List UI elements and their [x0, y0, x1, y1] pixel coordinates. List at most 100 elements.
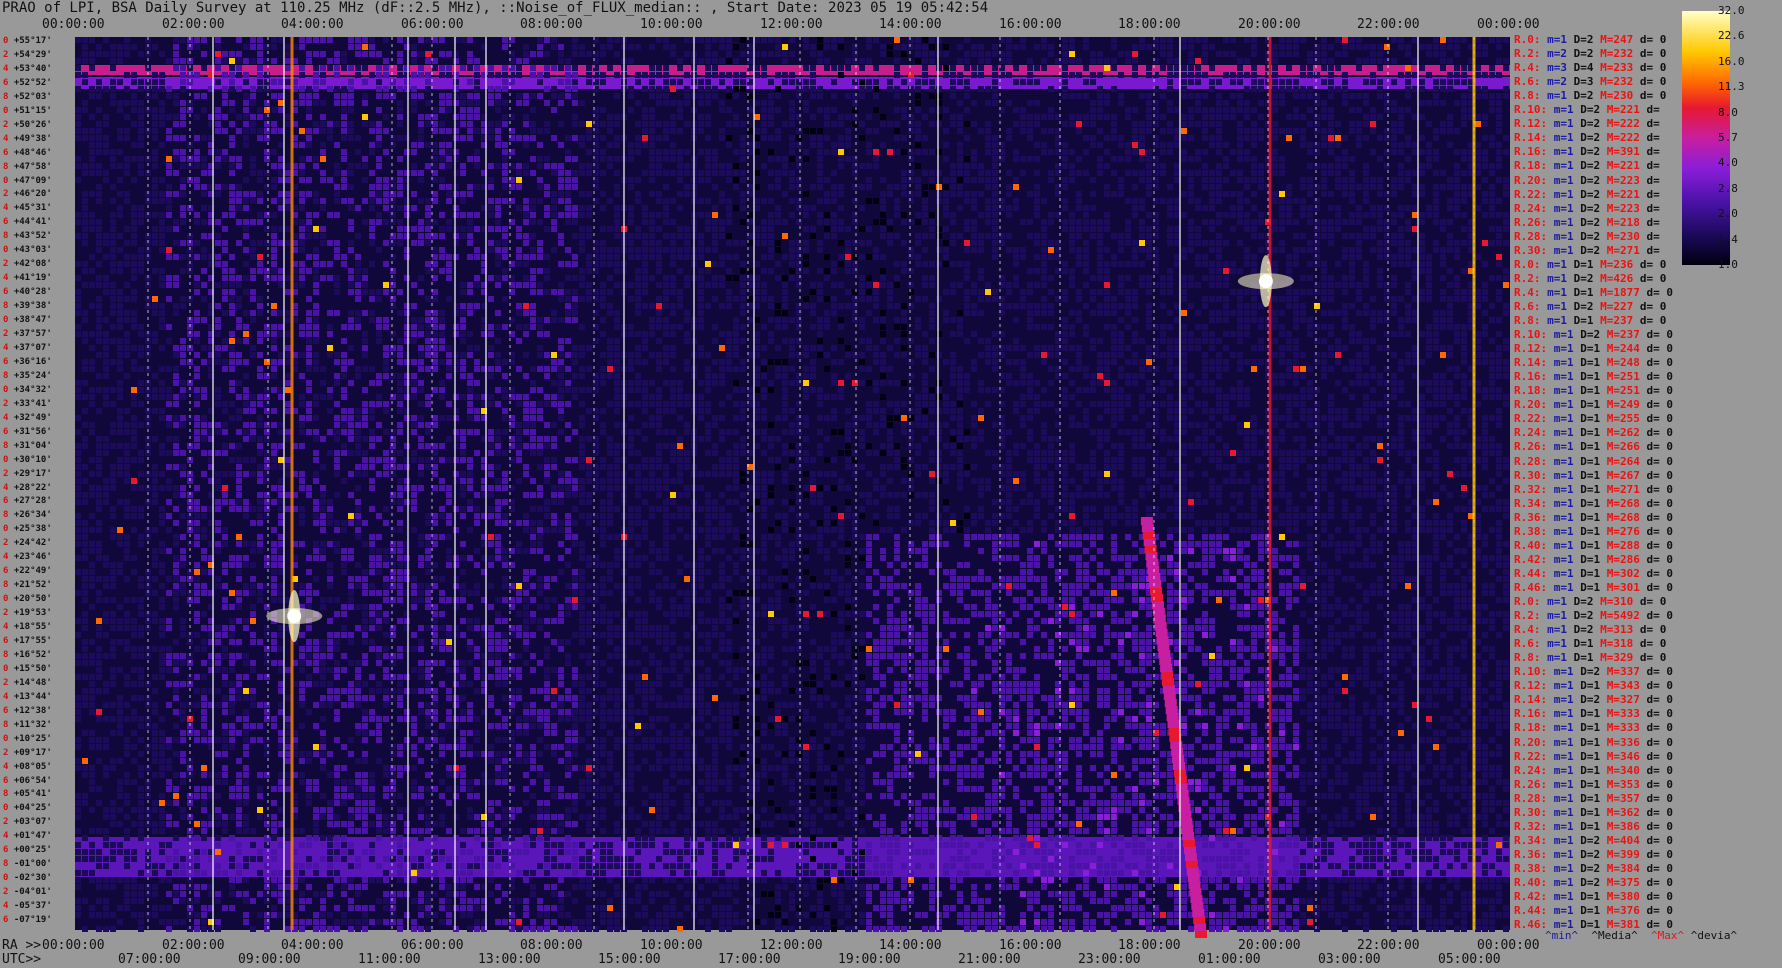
heatmap-cell: [754, 37, 760, 43]
heatmap-cell: [754, 296, 760, 302]
heatmap-cell: [341, 128, 347, 134]
heatmap-cell: [684, 121, 690, 127]
heatmap-cell: [775, 310, 781, 316]
heatmap-cell: [992, 170, 998, 176]
heatmap-cell: [684, 338, 690, 344]
heatmap-cell: [1244, 226, 1250, 232]
heatmap-cell: [446, 65, 452, 71]
heatmap-cell: [1048, 128, 1054, 134]
heatmap-cell: [1202, 37, 1208, 43]
heatmap-cell: [1503, 135, 1509, 141]
heatmap-cell: [1377, 114, 1383, 120]
heatmap-cell: [453, 121, 459, 127]
heatmap-cell: [264, 121, 270, 127]
heatmap-cell: [1111, 58, 1117, 64]
heatmap-cell: [915, 163, 921, 169]
heatmap-cell: [1342, 51, 1348, 57]
heatmap-cell: [1447, 310, 1453, 316]
heatmap-cell: [1335, 121, 1341, 127]
heatmap-cell: [831, 198, 837, 204]
heatmap-cell: [1104, 184, 1110, 190]
heatmap-cell: [516, 170, 522, 176]
heatmap-cell: [1391, 212, 1397, 218]
heatmap-cell: [1174, 317, 1180, 323]
heatmap-cell: [1083, 79, 1089, 85]
heatmap-cell: [334, 121, 340, 127]
heatmap-cell: [1461, 79, 1467, 85]
heatmap-cell: [460, 65, 466, 71]
heatmap-cell: [950, 282, 956, 288]
heatmap-cell: [488, 184, 494, 190]
heatmap-cell: [915, 121, 921, 127]
heatmap-cell: [880, 282, 886, 288]
heatmap-cell: [1363, 163, 1369, 169]
heatmap-cell: [341, 156, 347, 162]
heatmap-cell: [607, 142, 613, 148]
heatmap-cell: [1286, 338, 1292, 344]
heatmap-cell: [880, 114, 886, 120]
heatmap-cell: [488, 93, 494, 99]
heatmap-cell: [446, 275, 452, 281]
heatmap-cell: [565, 184, 571, 190]
heatmap-cell: [1314, 58, 1320, 64]
heatmap-cell: [775, 247, 781, 253]
heatmap-cell: [978, 212, 984, 218]
heatmap-cell: [1307, 191, 1313, 197]
heatmap-cell: [1349, 37, 1355, 43]
heatmap-cell: [124, 331, 130, 337]
heatmap-cell: [1062, 156, 1068, 162]
heatmap-cell: [334, 100, 340, 106]
heatmap-cell: [1272, 135, 1278, 141]
heatmap-cell: [75, 233, 81, 239]
heatmap-cell: [992, 44, 998, 50]
heatmap-cell: [1202, 219, 1208, 225]
heatmap-cell: [698, 37, 704, 43]
heatmap-cell: [796, 268, 802, 274]
heatmap-cell: [726, 135, 732, 141]
heatmap-cell: [516, 72, 522, 78]
heatmap-cell: [1076, 310, 1082, 316]
heatmap-cell: [334, 289, 340, 295]
heatmap-cell: [915, 184, 921, 190]
heatmap-cell: [943, 247, 949, 253]
heatmap-cell: [215, 324, 221, 330]
heatmap-cell: [425, 121, 431, 127]
heatmap-cell: [663, 65, 669, 71]
heatmap-cell: [446, 254, 452, 260]
heatmap-cell: [1209, 296, 1215, 302]
heatmap-cell: [1454, 282, 1460, 288]
heatmap-cell: [411, 331, 417, 337]
heatmap-cell: [1482, 51, 1488, 57]
heatmap-cell: [740, 240, 746, 246]
heatmap-cell: [929, 170, 935, 176]
heatmap-cell: [460, 191, 466, 197]
heatmap-cell: [1251, 191, 1257, 197]
heatmap-cell: [1377, 205, 1383, 211]
heatmap-cell: [124, 51, 130, 57]
heatmap-cell: [1041, 149, 1047, 155]
heatmap-cell: [607, 289, 613, 295]
heatmap-cell: [1020, 247, 1026, 253]
heatmap-cell: [264, 107, 270, 113]
heatmap-cell: [278, 268, 284, 274]
heatmap-cell: [1293, 310, 1299, 316]
heatmap-cell: [607, 128, 613, 134]
heatmap-cell: [964, 226, 970, 232]
heatmap-cell: [880, 233, 886, 239]
heatmap-cell: [89, 149, 95, 155]
heatmap-cell: [957, 156, 963, 162]
heatmap-cell: [1118, 338, 1124, 344]
heatmap-cell: [1237, 177, 1243, 183]
heatmap-cell: [712, 261, 718, 267]
heatmap-cell: [796, 261, 802, 267]
heatmap-cell: [726, 345, 732, 351]
heatmap-cell: [488, 247, 494, 253]
heatmap-cell: [1328, 310, 1334, 316]
heatmap-cell: [943, 156, 949, 162]
heatmap-cell: [75, 219, 81, 225]
heatmap-cell: [1181, 296, 1187, 302]
heatmap-cell: [796, 128, 802, 134]
heatmap-cell: [677, 170, 683, 176]
heatmap-cell: [355, 254, 361, 260]
heatmap-cell: [1132, 149, 1138, 155]
